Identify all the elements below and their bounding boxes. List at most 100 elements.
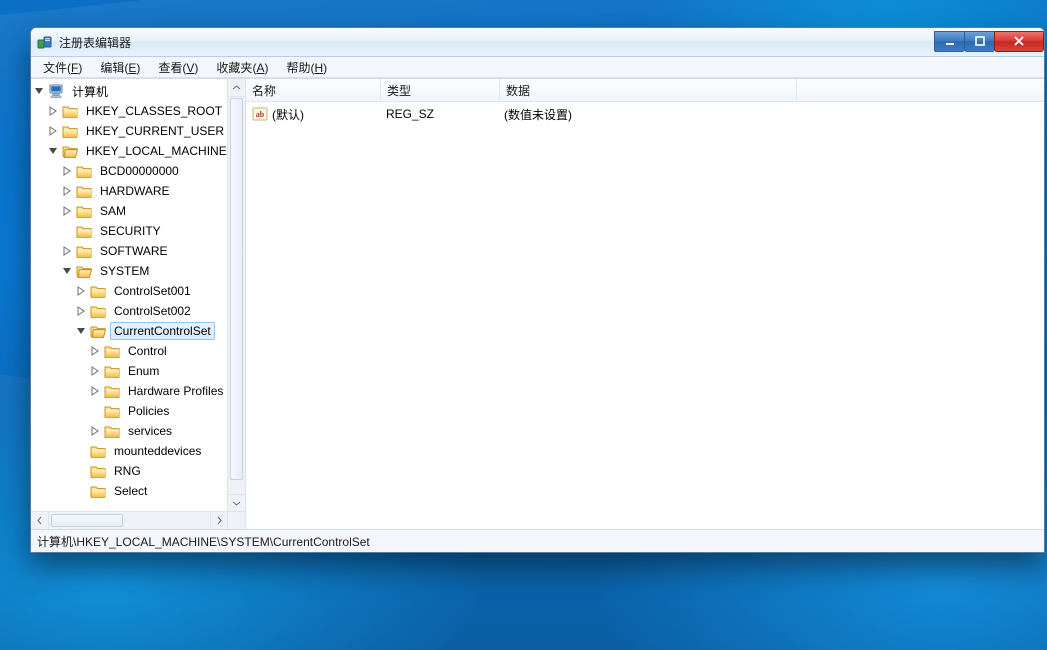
collapse-icon[interactable] [33, 85, 45, 97]
expand-icon[interactable] [89, 385, 101, 397]
scroll-left-icon[interactable] [31, 512, 49, 529]
tree-label: Control [124, 342, 171, 360]
folder-icon [62, 124, 78, 138]
collapse-icon[interactable] [75, 325, 87, 337]
expand-icon[interactable] [61, 165, 73, 177]
regedit-app-icon [37, 35, 53, 49]
tree-mounteddevices[interactable]: mounteddevices [75, 441, 228, 461]
folder-icon [104, 424, 120, 438]
tree-label: Enum [124, 362, 163, 380]
value-type: REG_SZ [386, 107, 434, 121]
scroll-corner [227, 511, 245, 529]
tree-label: CurrentControlSet [110, 322, 215, 340]
minimize-button[interactable] [934, 31, 965, 52]
scroll-down-icon[interactable] [228, 494, 245, 512]
expand-icon[interactable] [61, 205, 73, 217]
close-button[interactable] [994, 31, 1044, 52]
scroll-right-icon[interactable] [210, 512, 228, 529]
folder-icon [104, 344, 120, 358]
computer-icon [48, 84, 64, 98]
tree-pane: 计算机 HKEY_CLASSES_ROOT HKEY_CURRENT_USER [31, 79, 246, 529]
scroll-up-icon[interactable] [228, 79, 245, 97]
status-bar: 计算机\HKEY_LOCAL_MACHINE\SYSTEM\CurrentCon… [31, 529, 1044, 552]
tree-rng[interactable]: RNG [75, 461, 228, 481]
tree-software[interactable]: SOFTWARE [61, 241, 228, 261]
status-path: 计算机\HKEY_LOCAL_MACHINE\SYSTEM\CurrentCon… [37, 533, 370, 550]
column-headers: 名称 类型 数据 [246, 79, 1044, 102]
expand-icon[interactable] [89, 425, 101, 437]
column-data[interactable]: 数据 [500, 79, 797, 101]
folder-open-icon [76, 264, 92, 278]
tree-enum[interactable]: Enum [89, 361, 228, 381]
folder-icon [104, 404, 120, 418]
tree-label: HKEY_CLASSES_ROOT [82, 102, 226, 120]
folder-icon [104, 364, 120, 378]
tree-label: ControlSet002 [110, 302, 195, 320]
tree-label: mounteddevices [110, 442, 205, 460]
tree-currentcontrolset[interactable]: CurrentControlSet [75, 321, 228, 341]
tree-controlset002[interactable]: ControlSet002 [75, 301, 228, 321]
expand-icon[interactable] [47, 105, 59, 117]
regedit-window: 注册表编辑器 文件(F) 编辑(E) 查看(V) 收藏夹(A) 帮助(H) [30, 27, 1045, 553]
tree-bcd[interactable]: BCD00000000 [61, 161, 228, 181]
menu-file[interactable]: 文件(F) [35, 57, 90, 78]
tree-label: HKEY_CURRENT_USER [82, 122, 228, 140]
value-list-pane: 名称 类型 数据 (默认) REG_SZ (数值未设置) [246, 79, 1044, 529]
tree-hardware[interactable]: HARDWARE [61, 181, 228, 201]
tree-label: Hardware Profiles [124, 382, 227, 400]
tree-policies[interactable]: Policies [89, 401, 228, 421]
folder-icon [76, 244, 92, 258]
folder-icon [76, 164, 92, 178]
tree-vertical-scrollbar[interactable] [227, 79, 245, 512]
tree-label: SOFTWARE [96, 242, 172, 260]
expand-icon[interactable] [75, 285, 87, 297]
column-spacer [797, 79, 1044, 101]
tree-hklm[interactable]: HKEY_LOCAL_MACHINE [47, 141, 228, 161]
menu-view[interactable]: 查看(V) [150, 57, 206, 78]
folder-open-icon [90, 324, 106, 338]
tree-select[interactable]: Select [75, 481, 228, 501]
menu-help[interactable]: 帮助(H) [278, 57, 335, 78]
collapse-icon[interactable] [47, 145, 59, 157]
maximize-button[interactable] [964, 31, 995, 52]
tree-hkcu[interactable]: HKEY_CURRENT_USER [47, 121, 228, 141]
expand-icon[interactable] [61, 185, 73, 197]
scroll-thumb[interactable] [51, 514, 123, 527]
folder-icon [90, 444, 106, 458]
tree-label: services [124, 422, 176, 440]
folder-icon [104, 384, 120, 398]
tree-security[interactable]: SECURITY [61, 221, 228, 241]
tree-label: SAM [96, 202, 130, 220]
tree-label: Policies [124, 402, 173, 420]
expand-icon[interactable] [89, 365, 101, 377]
folder-icon [76, 204, 92, 218]
expand-icon[interactable] [61, 245, 73, 257]
expand-icon[interactable] [47, 125, 59, 137]
menu-edit[interactable]: 编辑(E) [92, 57, 148, 78]
expand-icon[interactable] [75, 305, 87, 317]
expand-icon[interactable] [89, 345, 101, 357]
tree-label: Select [110, 482, 151, 500]
tree-services[interactable]: services [89, 421, 228, 441]
folder-icon [62, 104, 78, 118]
tree-label: SECURITY [96, 222, 165, 240]
tree-horizontal-scrollbar[interactable] [31, 511, 228, 529]
tree-system[interactable]: SYSTEM [61, 261, 228, 281]
tree-label: ControlSet001 [110, 282, 195, 300]
tree-control[interactable]: Control [89, 341, 228, 361]
tree-root[interactable]: 计算机 [33, 81, 228, 101]
tree-sam[interactable]: SAM [61, 201, 228, 221]
tree-controlset001[interactable]: ControlSet001 [75, 281, 228, 301]
tree-label: HKEY_LOCAL_MACHINE [82, 142, 228, 160]
column-name[interactable]: 名称 [246, 79, 381, 101]
tree-hwprofiles[interactable]: Hardware Profiles [89, 381, 228, 401]
scroll-thumb[interactable] [230, 98, 243, 480]
tree-hkcr[interactable]: HKEY_CLASSES_ROOT [47, 101, 228, 121]
title-bar[interactable]: 注册表编辑器 [31, 28, 1044, 57]
menu-favorites[interactable]: 收藏夹(A) [208, 57, 276, 78]
collapse-icon[interactable] [61, 265, 73, 277]
value-row[interactable]: (默认) REG_SZ (数值未设置) [246, 104, 1044, 124]
column-type[interactable]: 类型 [381, 79, 500, 101]
value-data: (数值未设置) [504, 106, 572, 123]
folder-icon [90, 284, 106, 298]
